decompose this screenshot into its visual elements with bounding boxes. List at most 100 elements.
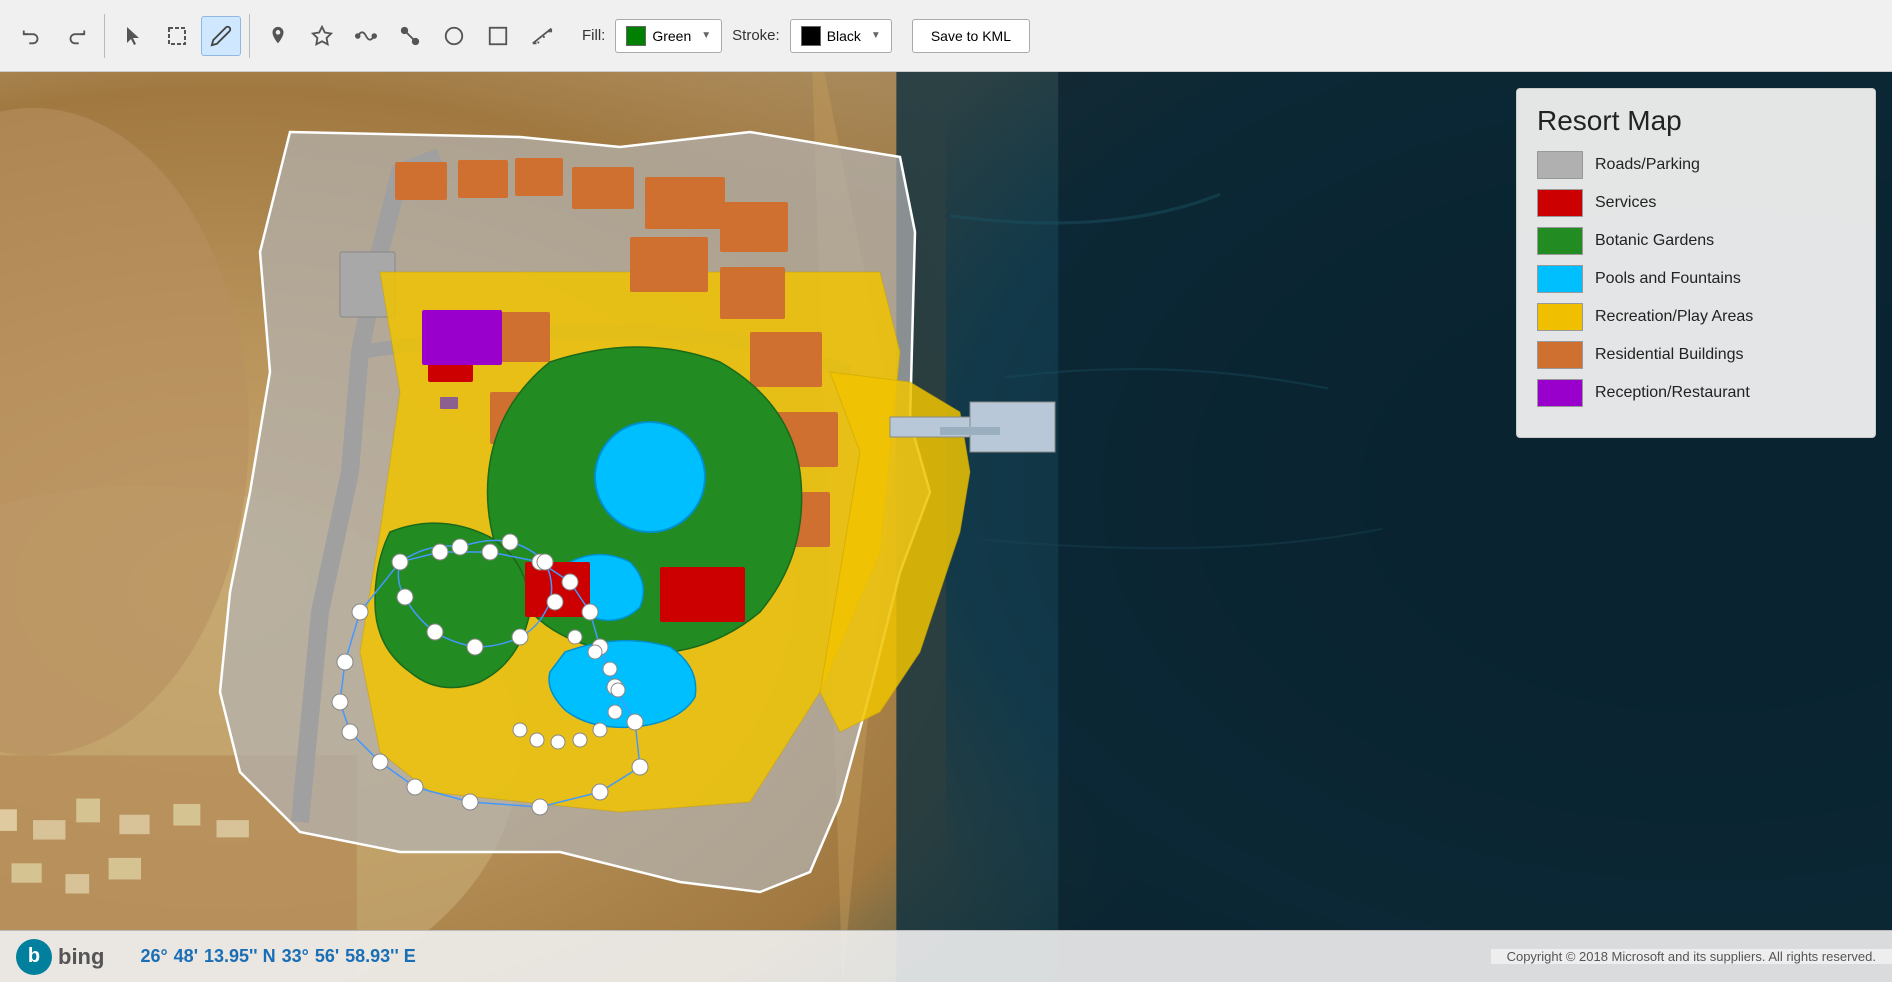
legend-panel: Resort Map Roads/Parking Services Botani…: [1516, 88, 1876, 438]
legend-item-reception: Reception/Restaurant: [1537, 379, 1855, 407]
save-kml-button[interactable]: Save to KML: [912, 19, 1030, 53]
legend-color-services: [1537, 189, 1583, 217]
redo-button[interactable]: [56, 16, 96, 56]
legend-color-residential: [1537, 341, 1583, 369]
fill-dropdown-arrow: ▼: [701, 30, 711, 41]
legend-color-botanic: [1537, 227, 1583, 255]
legend-item-botanic: Botanic Gardens: [1537, 227, 1855, 255]
fill-stroke-area: Fill: Green ▼ Stroke: Black ▼ Save to KM…: [582, 19, 1030, 53]
fill-color-dropdown[interactable]: Green ▼: [615, 19, 722, 53]
legend-color-roads: [1537, 151, 1583, 179]
stroke-color-name: Black: [827, 28, 861, 44]
lon-deg: 33°: [282, 946, 309, 967]
node-4[interactable]: [482, 544, 498, 560]
node-1[interactable]: [352, 604, 368, 620]
node-3[interactable]: [432, 544, 448, 560]
legend-title: Resort Map: [1537, 105, 1855, 137]
circle-tool-button[interactable]: [434, 16, 474, 56]
node-f3[interactable]: [537, 554, 553, 570]
toolbar-divider-2: [249, 14, 250, 58]
bing-label: bing: [58, 944, 104, 970]
bing-icon: b: [16, 939, 52, 975]
legend-item-pools: Pools and Fountains: [1537, 265, 1855, 293]
fount-n7[interactable]: [573, 733, 587, 747]
legend-label-botanic: Botanic Gardens: [1595, 232, 1714, 250]
select-tool-button[interactable]: [113, 16, 153, 56]
res-bldg-7: [720, 202, 788, 252]
fount-n3[interactable]: [603, 662, 617, 676]
dock-arm: [940, 427, 1000, 435]
path-tool-button[interactable]: [346, 16, 386, 56]
legend-label-recreation: Recreation/Play Areas: [1595, 308, 1753, 326]
legend-color-recreation: [1537, 303, 1583, 331]
fount-n1[interactable]: [568, 630, 582, 644]
fill-color-swatch: [626, 26, 646, 46]
fount-n10[interactable]: [513, 723, 527, 737]
node-10[interactable]: [627, 714, 643, 730]
node-12[interactable]: [592, 784, 608, 800]
legend-color-reception: [1537, 379, 1583, 407]
stroke-color-dropdown[interactable]: Black ▼: [790, 19, 892, 53]
toolbar-divider-1: [104, 14, 105, 58]
coordinates-display: 26° 48' 13.95'' N 33° 56' 58.93'' E: [120, 946, 435, 967]
stroke-label: Stroke:: [732, 27, 780, 44]
node-f1[interactable]: [452, 539, 468, 555]
fount-n2[interactable]: [588, 645, 602, 659]
node-tool-button[interactable]: [390, 16, 430, 56]
legend-item-residential: Residential Buildings: [1537, 341, 1855, 369]
rectangle-select-button[interactable]: [157, 16, 197, 56]
copyright-text: Copyright © 2018 Microsoft and its suppl…: [1491, 949, 1892, 964]
measure-tool-button[interactable]: [522, 16, 562, 56]
res-bldg-3: [515, 158, 563, 196]
node-15[interactable]: [407, 779, 423, 795]
draw-tool-button[interactable]: [201, 16, 241, 56]
node-f7[interactable]: [427, 624, 443, 640]
legend-item-services: Services: [1537, 189, 1855, 217]
rectangle-tool-button[interactable]: [478, 16, 518, 56]
bing-logo: b bing: [0, 939, 120, 975]
node-16[interactable]: [372, 754, 388, 770]
node-2[interactable]: [392, 554, 408, 570]
res-bldg-8: [720, 267, 785, 319]
node-f8[interactable]: [397, 589, 413, 605]
fount-n6[interactable]: [593, 723, 607, 737]
small-struct: [440, 397, 458, 409]
bottom-bar: b bing 26° 48' 13.95'' N 33° 56' 58.93''…: [0, 930, 1892, 982]
stroke-color-swatch: [801, 26, 821, 46]
legend-item-recreation: Recreation/Play Areas: [1537, 303, 1855, 331]
node-7[interactable]: [582, 604, 598, 620]
node-13[interactable]: [532, 799, 548, 815]
pin-tool-button[interactable]: [258, 16, 298, 56]
fount-n9[interactable]: [530, 733, 544, 747]
node-11[interactable]: [632, 759, 648, 775]
lat-sec: 13.95'' N: [204, 946, 276, 967]
node-19[interactable]: [337, 654, 353, 670]
legend-label-services: Services: [1595, 194, 1656, 212]
node-18[interactable]: [332, 694, 348, 710]
fill-label: Fill:: [582, 27, 605, 44]
res-bldg-2: [458, 160, 508, 198]
node-f4[interactable]: [547, 594, 563, 610]
legend-label-residential: Residential Buildings: [1595, 346, 1744, 364]
route-tool-button[interactable]: [302, 16, 342, 56]
res-bldg-1: [395, 162, 447, 200]
fount-n8[interactable]: [551, 735, 565, 749]
reception-restaurant: [422, 310, 502, 365]
services-3: [660, 567, 745, 622]
node-6[interactable]: [562, 574, 578, 590]
node-14[interactable]: [462, 794, 478, 810]
fill-color-name: Green: [652, 28, 691, 44]
node-f5[interactable]: [512, 629, 528, 645]
fount-n5[interactable]: [608, 705, 622, 719]
legend-label-pools: Pools and Fountains: [1595, 270, 1741, 288]
lon-sec: 58.93'' E: [345, 946, 416, 967]
node-f2[interactable]: [502, 534, 518, 550]
lat-min: 48': [174, 946, 198, 967]
undo-button[interactable]: [12, 16, 52, 56]
node-f6[interactable]: [467, 639, 483, 655]
fount-n4[interactable]: [611, 683, 625, 697]
node-17[interactable]: [342, 724, 358, 740]
lon-min: 56': [315, 946, 339, 967]
res-bldg-6: [630, 237, 708, 292]
legend-label-roads: Roads/Parking: [1595, 156, 1700, 174]
